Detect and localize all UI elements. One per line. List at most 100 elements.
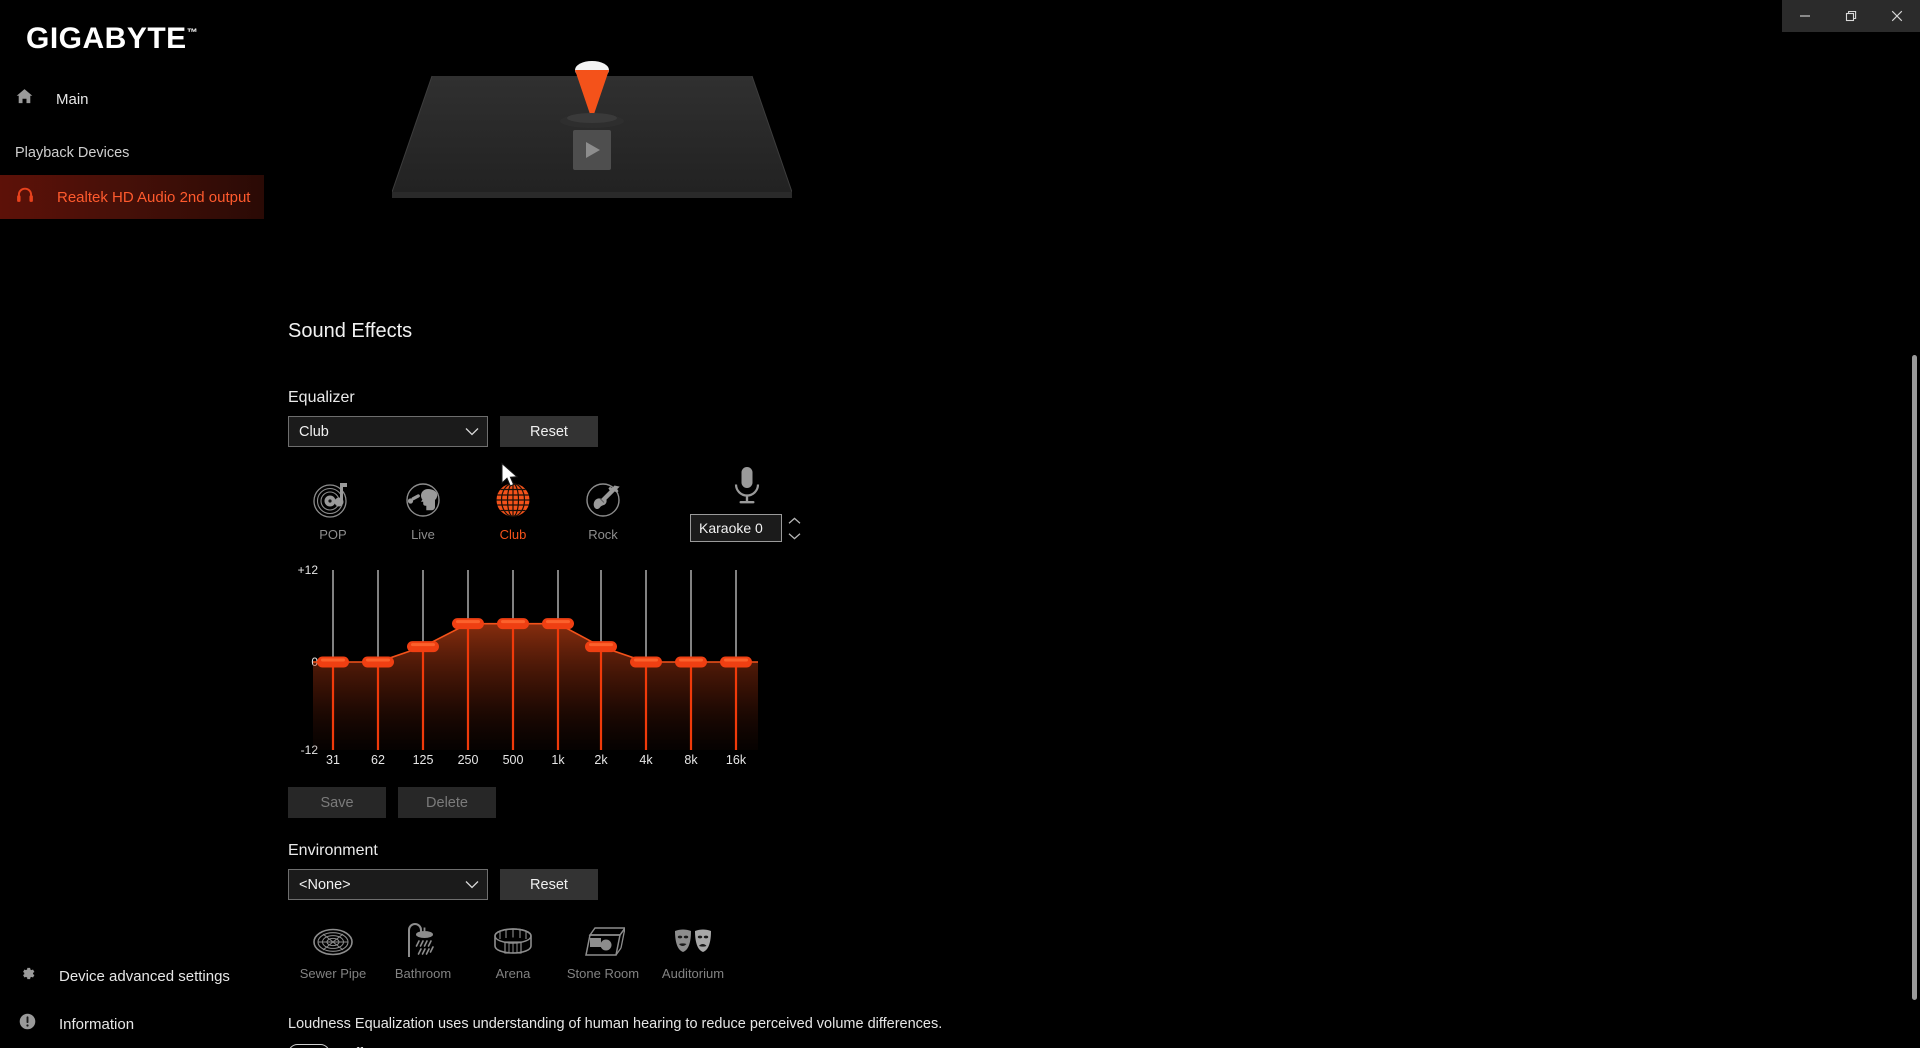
equalizer-preset-value: Club (299, 423, 329, 440)
equalizer-preset-rock[interactable]: Rock (558, 474, 648, 542)
environment-preset-strip: Sewer Pipe Bathroom Arena Stone Room Aud… (288, 917, 738, 981)
karaoke-value-field[interactable]: Karaoke 0 (690, 514, 782, 542)
environment-select-value: <None> (299, 876, 351, 893)
eq-x-tick-label: 31 (326, 753, 340, 766)
environment-select[interactable]: <None> (288, 869, 488, 900)
karaoke-stepper: Karaoke 0 (690, 514, 804, 542)
environment-controls-row: <None> Reset (288, 869, 598, 900)
eq-band-handle-62[interactable] (362, 656, 394, 668)
loudness-row: Off (288, 1044, 363, 1048)
eq-y-tick-label: +12 (298, 563, 319, 577)
minimize-button[interactable] (1782, 0, 1828, 32)
equalizer-preset-pop[interactable]: POP (288, 474, 378, 542)
equalizer-controls-row: Club Reset (288, 416, 598, 447)
sidebar-item-main-label: Main (56, 90, 89, 108)
chevron-down-icon (465, 426, 479, 438)
eq-band-handle-highlight (321, 658, 345, 662)
eq-band-handle-1k[interactable] (542, 618, 574, 630)
restore-button[interactable] (1828, 0, 1874, 32)
equalizer-save-button[interactable]: Save (288, 787, 386, 818)
eq-band-handle-2k[interactable] (585, 641, 617, 653)
trademark-symbol: ™ (186, 27, 199, 39)
eq-band-handle-highlight (411, 643, 435, 647)
eq-band-handle-125[interactable] (407, 641, 439, 653)
environment-preset-arena-label: Arena (495, 966, 531, 981)
vinyl-record-icon (311, 474, 355, 520)
environment-preset-stone-room[interactable]: Stone Room (558, 917, 648, 981)
sidebar-item-information[interactable]: Information (0, 1003, 264, 1045)
eq-band-handle-8k[interactable] (675, 656, 707, 668)
loudness-description: Loudness Equalization uses understanding… (288, 1016, 943, 1032)
equalizer-preset-select[interactable]: Club (288, 416, 488, 447)
title-bar (0, 0, 1920, 32)
environment-label: Environment (288, 842, 378, 859)
sidebar-item-main[interactable]: Main (0, 79, 264, 119)
eq-x-tick-label: 16k (726, 753, 747, 766)
window-controls (1782, 0, 1920, 32)
equalizer-preset-club[interactable]: Club (468, 474, 558, 542)
environment-preset-auditorium-label: Auditorium (661, 966, 725, 981)
equalizer-preset-live[interactable]: Live (378, 474, 468, 542)
gear-icon (18, 964, 37, 988)
equalizer-label: Equalizer (288, 389, 355, 406)
karaoke-spin-up-button[interactable] (784, 514, 804, 527)
eq-band-handle-4k[interactable] (630, 656, 662, 668)
sewer-pipe-icon (312, 917, 354, 959)
loudness-toggle[interactable] (288, 1044, 330, 1048)
environment-preset-sewer-pipe[interactable]: Sewer Pipe (288, 917, 378, 981)
eq-band-handle-highlight (679, 658, 703, 662)
eq-band-handle-250[interactable] (452, 618, 484, 630)
equalizer-preset-strip: POP Live Club Rock Karaoke 0 (288, 462, 806, 542)
disco-ball-icon (491, 474, 535, 520)
eq-band-handle-highlight (724, 658, 748, 662)
eq-band-handle-500[interactable] (497, 618, 529, 630)
equalizer-preset-rock-label: Rock (588, 527, 618, 542)
eq-band-handle-highlight (589, 643, 613, 647)
singer-mic-icon (401, 474, 445, 520)
environment-preset-bathroom[interactable]: Bathroom (378, 917, 468, 981)
info-icon (18, 1012, 37, 1036)
environment-preset-arena[interactable]: Arena (468, 917, 558, 981)
eq-band-handle-31[interactable] (317, 656, 349, 668)
karaoke-control: Karaoke 0 (688, 462, 806, 542)
eq-x-tick-label: 4k (639, 753, 653, 766)
equalizer-graph[interactable]: +120-1231621252505001k2k4k8k16k (288, 556, 808, 766)
environment-preset-stone-room-label: Stone Room (566, 966, 640, 981)
environment-preset-auditorium[interactable]: Auditorium (648, 917, 738, 981)
microphone-icon (727, 462, 767, 508)
content-pane: Sound Effects Equalizer Club Reset POP L… (264, 32, 1920, 1048)
headphones-icon (15, 185, 35, 210)
close-button[interactable] (1874, 0, 1920, 32)
equalizer-reset-button[interactable]: Reset (500, 416, 598, 447)
sidebar-item-device-advanced-settings[interactable]: Device advanced settings (0, 955, 264, 997)
eq-band-handle-highlight (456, 620, 480, 624)
sidebar-item-realtek-hd-audio-2nd-output[interactable]: Realtek HD Audio 2nd output (0, 175, 264, 219)
eq-x-tick-label: 2k (594, 753, 608, 766)
environment-preset-bathroom-label: Bathroom (394, 966, 452, 981)
sidebar-item-advanced-label: Device advanced settings (59, 967, 230, 985)
shower-icon (402, 917, 444, 959)
equalizer-preset-pop-label: POP (319, 527, 347, 542)
theater-masks-icon (671, 917, 715, 959)
speaker-play-icon (573, 130, 611, 170)
equalizer-delete-button[interactable]: Delete (398, 787, 496, 818)
sidebar-item-realtek-label: Realtek HD Audio 2nd output (57, 188, 251, 206)
stone-room-icon (581, 917, 625, 959)
sidebar-section-playback-devices: Playback Devices (15, 145, 130, 161)
vertical-scrollbar[interactable] (1912, 355, 1917, 1000)
karaoke-spinner (784, 514, 804, 542)
arena-icon (491, 917, 535, 959)
gigabyte-logo: GIGABYTE™ (26, 22, 198, 56)
sidebar-item-information-label: Information (59, 1015, 135, 1033)
eq-x-tick-label: 250 (458, 753, 479, 766)
eq-band-handle-highlight (546, 620, 570, 624)
guitar-icon (581, 474, 625, 520)
eq-band-handle-16k[interactable] (720, 656, 752, 668)
app-window: GIGABYTE™ Main Playback Devices Realtek … (0, 0, 1920, 1048)
sidebar: GIGABYTE™ Main Playback Devices Realtek … (0, 0, 264, 1048)
room-visualizer[interactable] (392, 52, 792, 212)
environment-reset-button[interactable]: Reset (500, 869, 598, 900)
karaoke-spin-down-button[interactable] (784, 529, 804, 542)
logo-text: GIGABYTE (26, 22, 187, 55)
page-title: Sound Effects (288, 320, 413, 342)
